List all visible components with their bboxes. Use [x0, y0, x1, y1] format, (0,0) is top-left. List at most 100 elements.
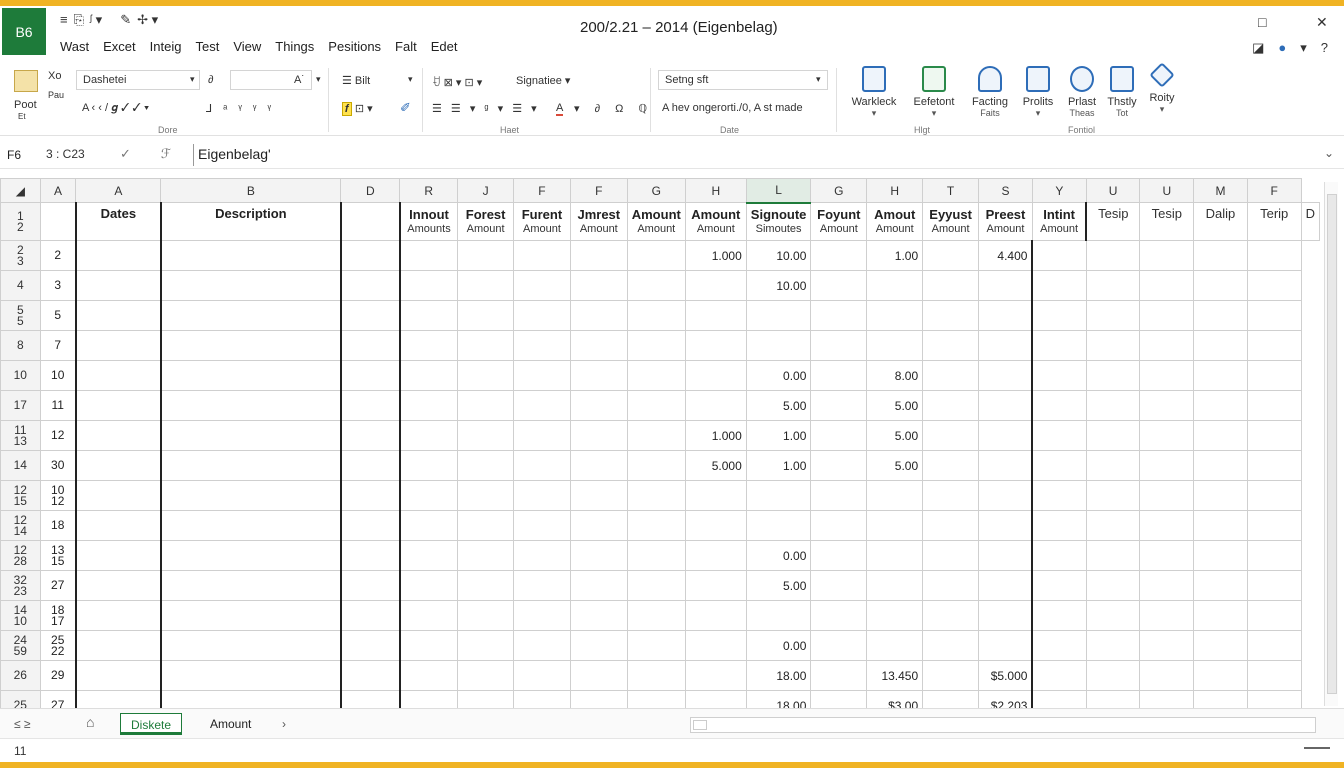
- column-header[interactable]: G: [626, 178, 686, 203]
- menu-item-things[interactable]: Things: [275, 39, 314, 54]
- grid-cell[interactable]: [398, 600, 459, 631]
- grid-cell[interactable]: [1246, 270, 1302, 301]
- grid-cell[interactable]: [339, 510, 401, 541]
- row-header[interactable]: 12 14: [0, 510, 41, 541]
- grid-cell[interactable]: [74, 540, 162, 571]
- grid-cell[interactable]: [866, 300, 924, 331]
- grid-cell[interactable]: [457, 510, 515, 541]
- grid-cell[interactable]: [398, 390, 459, 421]
- grid-cell[interactable]: [922, 300, 980, 331]
- grid-cell[interactable]: [457, 540, 515, 571]
- grid-cell[interactable]: [457, 420, 515, 451]
- grid-cell[interactable]: [810, 630, 868, 661]
- grid-cell[interactable]: $3.00: [866, 690, 924, 708]
- grid-cell[interactable]: [1139, 480, 1195, 511]
- grid-cell[interactable]: [1085, 540, 1141, 571]
- column-header[interactable]: S: [978, 178, 1033, 203]
- grid-cell[interactable]: [626, 660, 686, 691]
- cut-button[interactable]: Xo: [48, 70, 61, 82]
- grid-cell[interactable]: [922, 390, 980, 421]
- grid-cell[interactable]: [339, 660, 401, 691]
- grid-cell[interactable]: [810, 300, 868, 331]
- grid-cell[interactable]: [866, 330, 924, 361]
- grid-cell[interactable]: [1193, 600, 1248, 631]
- grid-cell[interactable]: 3: [39, 270, 77, 301]
- grid-cell[interactable]: 4.400: [978, 240, 1034, 271]
- grid-cell[interactable]: [1031, 630, 1087, 661]
- column-header[interactable]: M: [1193, 178, 1248, 203]
- grid-cell[interactable]: [922, 600, 980, 631]
- grid-cell[interactable]: [626, 390, 686, 421]
- grid-cell[interactable]: [684, 270, 747, 301]
- grid-cell[interactable]: 25 22: [39, 630, 77, 661]
- menu-icon[interactable]: ≡: [60, 12, 68, 28]
- grid-cell[interactable]: 1.000: [684, 420, 747, 451]
- grid-cell[interactable]: [922, 330, 980, 361]
- menu-item-inteig[interactable]: Inteig: [150, 39, 182, 54]
- vertical-scrollbar[interactable]: [1324, 182, 1338, 706]
- grid-cell[interactable]: [978, 270, 1034, 301]
- grid-cell[interactable]: [1031, 540, 1087, 571]
- grid-cell[interactable]: [513, 630, 571, 661]
- grid-cell[interactable]: [1139, 240, 1195, 271]
- column-header[interactable]: U: [1085, 178, 1141, 203]
- grid-cell[interactable]: [810, 480, 868, 511]
- grid-cell[interactable]: [569, 300, 628, 331]
- grid-cell[interactable]: [74, 360, 162, 391]
- grid-cell[interactable]: [626, 300, 686, 331]
- grid-cell[interactable]: [457, 630, 515, 661]
- home-icon[interactable]: ⌂: [86, 714, 94, 730]
- grid-cell[interactable]: [1139, 600, 1195, 631]
- grid-cell[interactable]: [457, 450, 515, 481]
- grid-cell[interactable]: [684, 540, 747, 571]
- grid-cell[interactable]: [74, 690, 162, 708]
- header-cell[interactable]: Dalip: [1193, 202, 1248, 241]
- grid-cell[interactable]: [1085, 690, 1141, 708]
- format-icon[interactable]: ᶴ ▾: [90, 12, 102, 28]
- row-header[interactable]: 14 10: [0, 600, 41, 631]
- tab-amount[interactable]: Amount: [200, 713, 261, 735]
- paste-icon[interactable]: [14, 70, 38, 92]
- grid-cell[interactable]: 10.00: [745, 240, 812, 271]
- grid-cell[interactable]: [684, 570, 747, 601]
- grid-cell[interactable]: [684, 390, 747, 421]
- grid-cell[interactable]: 2: [39, 240, 77, 271]
- header-cell[interactable]: Signoute Simoutes: [745, 202, 812, 241]
- grid-cell[interactable]: [922, 360, 980, 391]
- grid-cell[interactable]: [1193, 660, 1248, 691]
- grid-cell[interactable]: [922, 480, 980, 511]
- header-cell[interactable]: Amout Amount: [866, 202, 924, 241]
- grid-cell[interactable]: [1193, 630, 1248, 661]
- grid-cell[interactable]: 13.450: [866, 660, 924, 691]
- tab-navigation-arrows[interactable]: ≤ ≥: [14, 717, 31, 731]
- grid-cell[interactable]: [569, 240, 628, 271]
- grid-cell[interactable]: [74, 510, 162, 541]
- grid-cell[interactable]: [159, 660, 342, 691]
- header-cell-dates[interactable]: Dates: [74, 202, 162, 241]
- grid-cell[interactable]: [1193, 420, 1248, 451]
- grid-cell[interactable]: [1246, 300, 1302, 331]
- column-header[interactable]: H: [866, 178, 924, 203]
- header-cell[interactable]: Amount Amount: [626, 202, 686, 241]
- row-header[interactable]: 17: [0, 390, 41, 421]
- grid-cell[interactable]: [74, 660, 162, 691]
- grid-cell[interactable]: [684, 360, 747, 391]
- grid-cell[interactable]: 5.00: [866, 390, 924, 421]
- grid-cell[interactable]: 0.00: [745, 630, 812, 661]
- row-header[interactable]: 12 28: [0, 540, 41, 571]
- grid-cell[interactable]: [1246, 240, 1302, 271]
- header-cell-description[interactable]: Description: [159, 202, 342, 241]
- move-icon[interactable]: ✢ ▾: [137, 12, 158, 28]
- grid-cell[interactable]: [1085, 660, 1141, 691]
- header-cell[interactable]: Preest Amount: [978, 202, 1033, 241]
- name-box[interactable]: F6: [4, 145, 32, 165]
- grid-cell[interactable]: [626, 630, 686, 661]
- grid-cell[interactable]: [866, 270, 924, 301]
- grid-cell[interactable]: [339, 450, 401, 481]
- grid-cell[interactable]: [1031, 660, 1087, 691]
- grid-cell[interactable]: [684, 660, 747, 691]
- column-header[interactable]: F: [1246, 178, 1302, 203]
- header-cell[interactable]: [339, 202, 401, 241]
- grid-cell[interactable]: 5.00: [866, 420, 924, 451]
- grid-cell[interactable]: [745, 330, 812, 361]
